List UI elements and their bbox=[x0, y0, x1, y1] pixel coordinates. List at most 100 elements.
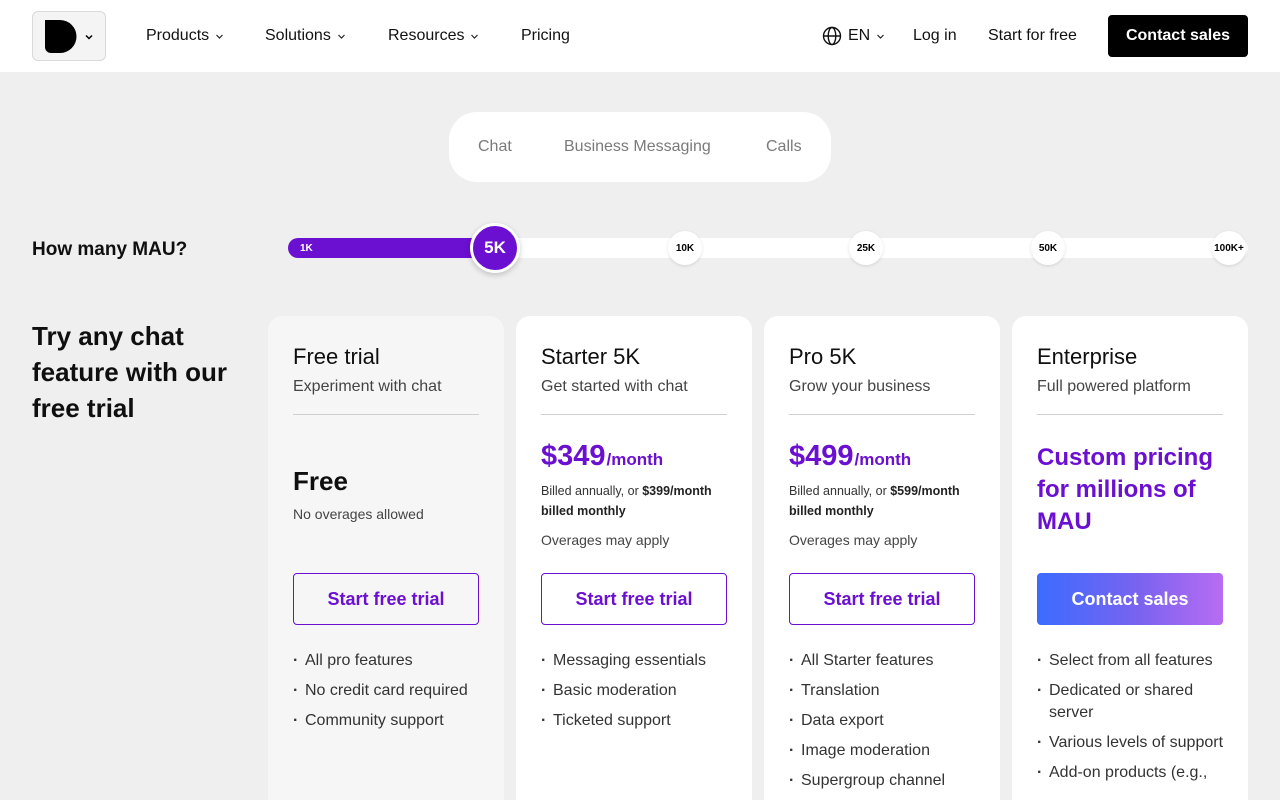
plan-subtitle: Get started with chat bbox=[541, 378, 688, 395]
mau-selected-label: 5K bbox=[484, 238, 506, 257]
feature-list: Select from all features Dedicated or sh… bbox=[1037, 650, 1237, 792]
price-period: /month bbox=[606, 450, 664, 469]
mau-tick-50k-label: 50K bbox=[1038, 242, 1058, 254]
mau-label: How many MAU? bbox=[32, 239, 188, 260]
feature-item: Basic moderation bbox=[541, 680, 741, 702]
overages-note: Overages may apply bbox=[541, 532, 670, 548]
contact-sales-button[interactable]: Contact sales bbox=[1037, 573, 1223, 625]
billing-note: Billed annually, or $599/month billed mo… bbox=[789, 481, 979, 521]
section-headline: Try any chat feature with our free trial bbox=[32, 321, 228, 423]
nav-pricing[interactable]: Pricing bbox=[521, 24, 570, 48]
mau-slider-fill bbox=[288, 238, 498, 258]
tab-chat[interactable]: Chat bbox=[478, 136, 512, 158]
button-label: Start free trial bbox=[823, 588, 941, 609]
chevron-down-icon bbox=[85, 34, 93, 40]
contact-sales-button[interactable]: Contact sales bbox=[1108, 15, 1248, 57]
mau-slider-thumb[interactable]: 5K bbox=[470, 223, 520, 273]
billing-prefix: Billed annually, or bbox=[789, 484, 891, 498]
divider bbox=[789, 414, 975, 415]
mau-tick-100k-label: 100K+ bbox=[1214, 242, 1244, 254]
nav-pricing-label: Pricing bbox=[521, 27, 570, 44]
plan-price: $499 /month bbox=[789, 438, 911, 474]
start-free-link[interactable]: Start for free bbox=[988, 24, 1077, 48]
plan-card-free-trial: Free trial Experiment with chat Free No … bbox=[268, 316, 504, 800]
language-selector[interactable]: EN bbox=[822, 24, 885, 48]
tab-calls[interactable]: Calls bbox=[766, 136, 802, 158]
feature-item: Ticketed support bbox=[541, 710, 741, 732]
plan-card-pro: Pro 5K Grow your business $499 /month Bi… bbox=[764, 316, 1000, 800]
mau-tick-25k-label: 25K bbox=[856, 242, 876, 254]
plan-subtitle: Grow your business bbox=[789, 378, 931, 395]
brand-logo-icon bbox=[45, 20, 77, 53]
chevron-down-icon bbox=[471, 34, 479, 39]
plan-title: Pro 5K bbox=[789, 344, 857, 369]
nav-products[interactable]: Products bbox=[146, 24, 224, 48]
login-link[interactable]: Log in bbox=[913, 24, 957, 48]
feature-item: Various levels of support bbox=[1037, 732, 1237, 754]
start-free-trial-button[interactable]: Start free trial bbox=[789, 573, 975, 625]
feature-item: Data export bbox=[789, 710, 989, 732]
plan-price: Free bbox=[293, 466, 348, 496]
chevron-down-icon bbox=[337, 34, 345, 39]
plan-subtitle: Experiment with chat bbox=[293, 378, 442, 395]
feature-item: All Starter features bbox=[789, 650, 989, 672]
plan-title: Starter 5K bbox=[541, 344, 641, 369]
feature-item: Community support bbox=[293, 710, 493, 732]
feature-item: Select from all features bbox=[1037, 650, 1237, 672]
feature-item: Supergroup channel bbox=[789, 770, 989, 792]
nav-resources-label: Resources bbox=[388, 27, 465, 44]
plan-subtitle: Full powered platform bbox=[1037, 378, 1191, 395]
price-amount: $499 bbox=[789, 440, 854, 472]
mau-tick-25k[interactable]: 25K bbox=[849, 231, 883, 265]
start-free-label: Start for free bbox=[988, 27, 1077, 44]
nav-resources[interactable]: Resources bbox=[388, 24, 479, 48]
feature-item: Add-on products (e.g., bbox=[1037, 762, 1237, 784]
feature-item: No credit card required bbox=[293, 680, 493, 702]
nav-solutions-label: Solutions bbox=[265, 27, 331, 44]
plan-note: No overages allowed bbox=[293, 506, 424, 522]
logo-menu-button[interactable] bbox=[32, 11, 106, 61]
feature-item: Translation bbox=[789, 680, 989, 702]
divider bbox=[1037, 414, 1223, 415]
plan-card-enterprise: Enterprise Full powered platform Custom … bbox=[1012, 316, 1248, 800]
feature-item: Dedicated or shared server bbox=[1037, 680, 1237, 724]
mau-tick-1k[interactable]: 1K bbox=[300, 243, 313, 255]
feature-item: Image moderation bbox=[789, 740, 989, 762]
price-period: /month bbox=[854, 450, 912, 469]
globe-icon bbox=[822, 26, 842, 46]
feature-list: All pro features No credit card required… bbox=[293, 650, 493, 740]
divider bbox=[293, 414, 479, 415]
mau-tick-50k[interactable]: 50K bbox=[1031, 231, 1065, 265]
button-label: Start free trial bbox=[327, 588, 445, 609]
chevron-down-icon bbox=[216, 34, 224, 39]
chevron-down-icon bbox=[877, 34, 885, 39]
top-nav: Products Solutions Resources Pricing EN … bbox=[0, 0, 1280, 72]
start-free-trial-button[interactable]: Start free trial bbox=[293, 573, 479, 625]
button-label: Start free trial bbox=[575, 588, 693, 609]
billing-prefix: Billed annually, or bbox=[541, 484, 643, 498]
contact-sales-label: Contact sales bbox=[1125, 27, 1231, 44]
mau-tick-10k[interactable]: 10K bbox=[668, 231, 702, 265]
plan-title: Free trial bbox=[293, 344, 380, 369]
mau-tick-100k[interactable]: 100K+ bbox=[1212, 231, 1246, 265]
button-label: Contact sales bbox=[1071, 588, 1189, 609]
billing-note: Billed annually, or $399/month billed mo… bbox=[541, 481, 731, 521]
nav-solutions[interactable]: Solutions bbox=[265, 24, 346, 48]
feature-item: Messaging essentials bbox=[541, 650, 741, 672]
product-tabs: Chat Business Messaging Calls bbox=[449, 112, 831, 182]
overages-note: Overages may apply bbox=[789, 532, 918, 548]
plan-title: Enterprise bbox=[1037, 344, 1138, 369]
start-free-trial-button[interactable]: Start free trial bbox=[541, 573, 727, 625]
nav-products-label: Products bbox=[146, 27, 210, 44]
login-label: Log in bbox=[913, 27, 957, 44]
feature-item: All pro features bbox=[293, 650, 493, 672]
feature-list: All Starter features Translation Data ex… bbox=[789, 650, 989, 800]
plan-card-starter: Starter 5K Get started with chat $349 /m… bbox=[516, 316, 752, 800]
plan-price: $349 /month bbox=[541, 438, 663, 474]
language-label: EN bbox=[848, 27, 871, 44]
mau-tick-10k-label: 10K bbox=[675, 242, 695, 254]
divider bbox=[541, 414, 727, 415]
custom-pricing-text: Custom pricing for millions of MAU bbox=[1037, 444, 1214, 535]
feature-list: Messaging essentials Basic moderation Ti… bbox=[541, 650, 741, 740]
tab-business-messaging[interactable]: Business Messaging bbox=[564, 136, 711, 158]
